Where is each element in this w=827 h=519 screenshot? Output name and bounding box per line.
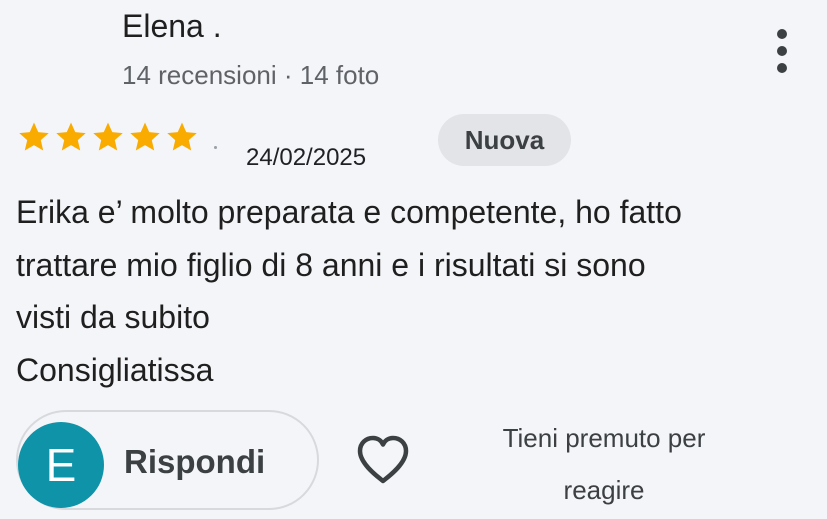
react-hint-line: reagire: [563, 475, 645, 505]
new-badge: Nuova: [438, 114, 571, 166]
review-text-line: Erika e’ molto preparata e competente, h…: [16, 194, 682, 230]
more-vert-icon-dot: [777, 63, 787, 73]
star-rating: [16, 120, 200, 154]
review-text-line: Consigliatissa: [16, 351, 214, 388]
avatar[interactable]: E: [18, 422, 104, 508]
author-name[interactable]: Elena .: [122, 8, 222, 45]
reply-button-label: Rispondi: [124, 443, 266, 480]
react-hint-line: Tieni premuto per: [502, 423, 706, 453]
review-text-line: visti da subito: [16, 299, 210, 335]
author-meta[interactable]: 14 recensioni · 14 foto: [122, 60, 379, 91]
react-hint: Tieni premuto per reagire: [452, 412, 756, 516]
more-options-button[interactable]: [762, 26, 802, 76]
star-icon: [19, 122, 49, 151]
review-text-line: trattare mio figlio di 8 anni e i risult…: [16, 246, 646, 283]
heart-outline-icon: [357, 435, 409, 484]
star-icon: [167, 122, 197, 151]
separator-dot: [214, 146, 217, 149]
more-vert-icon-dot: [777, 46, 787, 56]
more-vert-icon: [777, 29, 787, 39]
review-date: 24/02/2025: [246, 144, 367, 171]
star-icon: [93, 122, 123, 151]
star-icon: [56, 122, 86, 151]
review-text: Erika e’ molto preparata e competente, h…: [16, 186, 806, 396]
star-icon: [130, 122, 160, 151]
like-button[interactable]: [354, 432, 412, 488]
